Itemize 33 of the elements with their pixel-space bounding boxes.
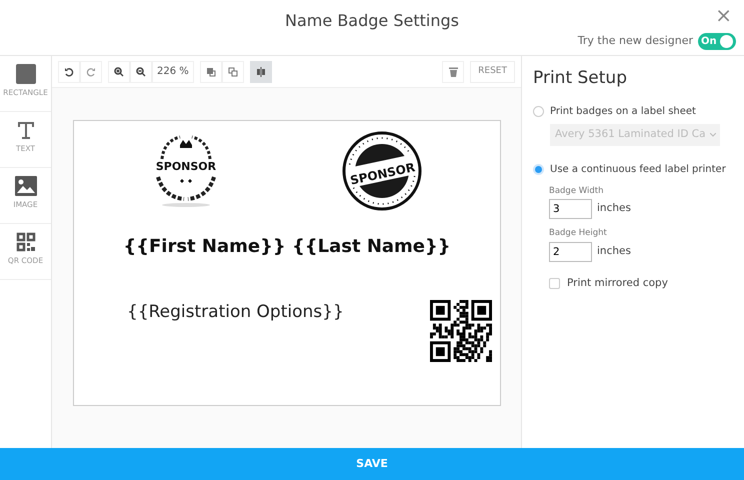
window-title: Name Badge Settings bbox=[284, 10, 460, 32]
delete-icon[interactable] bbox=[442, 60, 464, 82]
close-button[interactable]: × bbox=[711, 3, 736, 27]
panel-title: Print Setup bbox=[533, 67, 628, 90]
send-backward-icon[interactable] bbox=[222, 60, 244, 82]
number-field[interactable]: 2 bbox=[549, 242, 592, 262]
zoom-level: 226 % bbox=[152, 60, 194, 82]
radio-option[interactable]: Use a continuous feed label printer bbox=[533, 162, 726, 176]
qr-code-icon bbox=[430, 300, 492, 362]
mirrored-checkbox[interactable]: Print mirrored copy bbox=[549, 276, 668, 292]
registration-options-field[interactable]: {{Registration Options}} bbox=[127, 300, 344, 326]
zoom-in-icon[interactable] bbox=[108, 60, 130, 82]
image-icon bbox=[14, 176, 36, 196]
field-label: Badge Height bbox=[549, 227, 608, 240]
designer-toggle[interactable]: On bbox=[698, 33, 736, 50]
radio-option[interactable]: Print badges on a label sheet bbox=[533, 104, 696, 118]
caret-icon bbox=[710, 132, 716, 136]
name-field[interactable]: {{First Name}} {{Last Name}} bbox=[82, 233, 492, 260]
rectangle-icon bbox=[16, 64, 36, 84]
toggle-label: Try the new designer bbox=[578, 33, 693, 50]
qr-code-icon bbox=[16, 232, 36, 252]
unit-label: inches bbox=[597, 201, 631, 216]
bring-forward-icon[interactable] bbox=[200, 60, 222, 82]
zoom-out-icon[interactable] bbox=[130, 60, 152, 82]
reset-button[interactable]: RESET bbox=[470, 60, 515, 82]
sponsor-laurel-logo: SPONSOR bbox=[150, 131, 222, 209]
number-field[interactable]: 3 bbox=[549, 199, 592, 220]
undo-icon[interactable] bbox=[58, 60, 80, 82]
text-icon bbox=[16, 120, 36, 140]
align-center-icon[interactable] bbox=[250, 60, 272, 82]
unit-label: inches bbox=[597, 244, 631, 260]
save-button[interactable]: SAVE bbox=[0, 448, 744, 480]
field-label: Badge Width bbox=[549, 184, 604, 198]
